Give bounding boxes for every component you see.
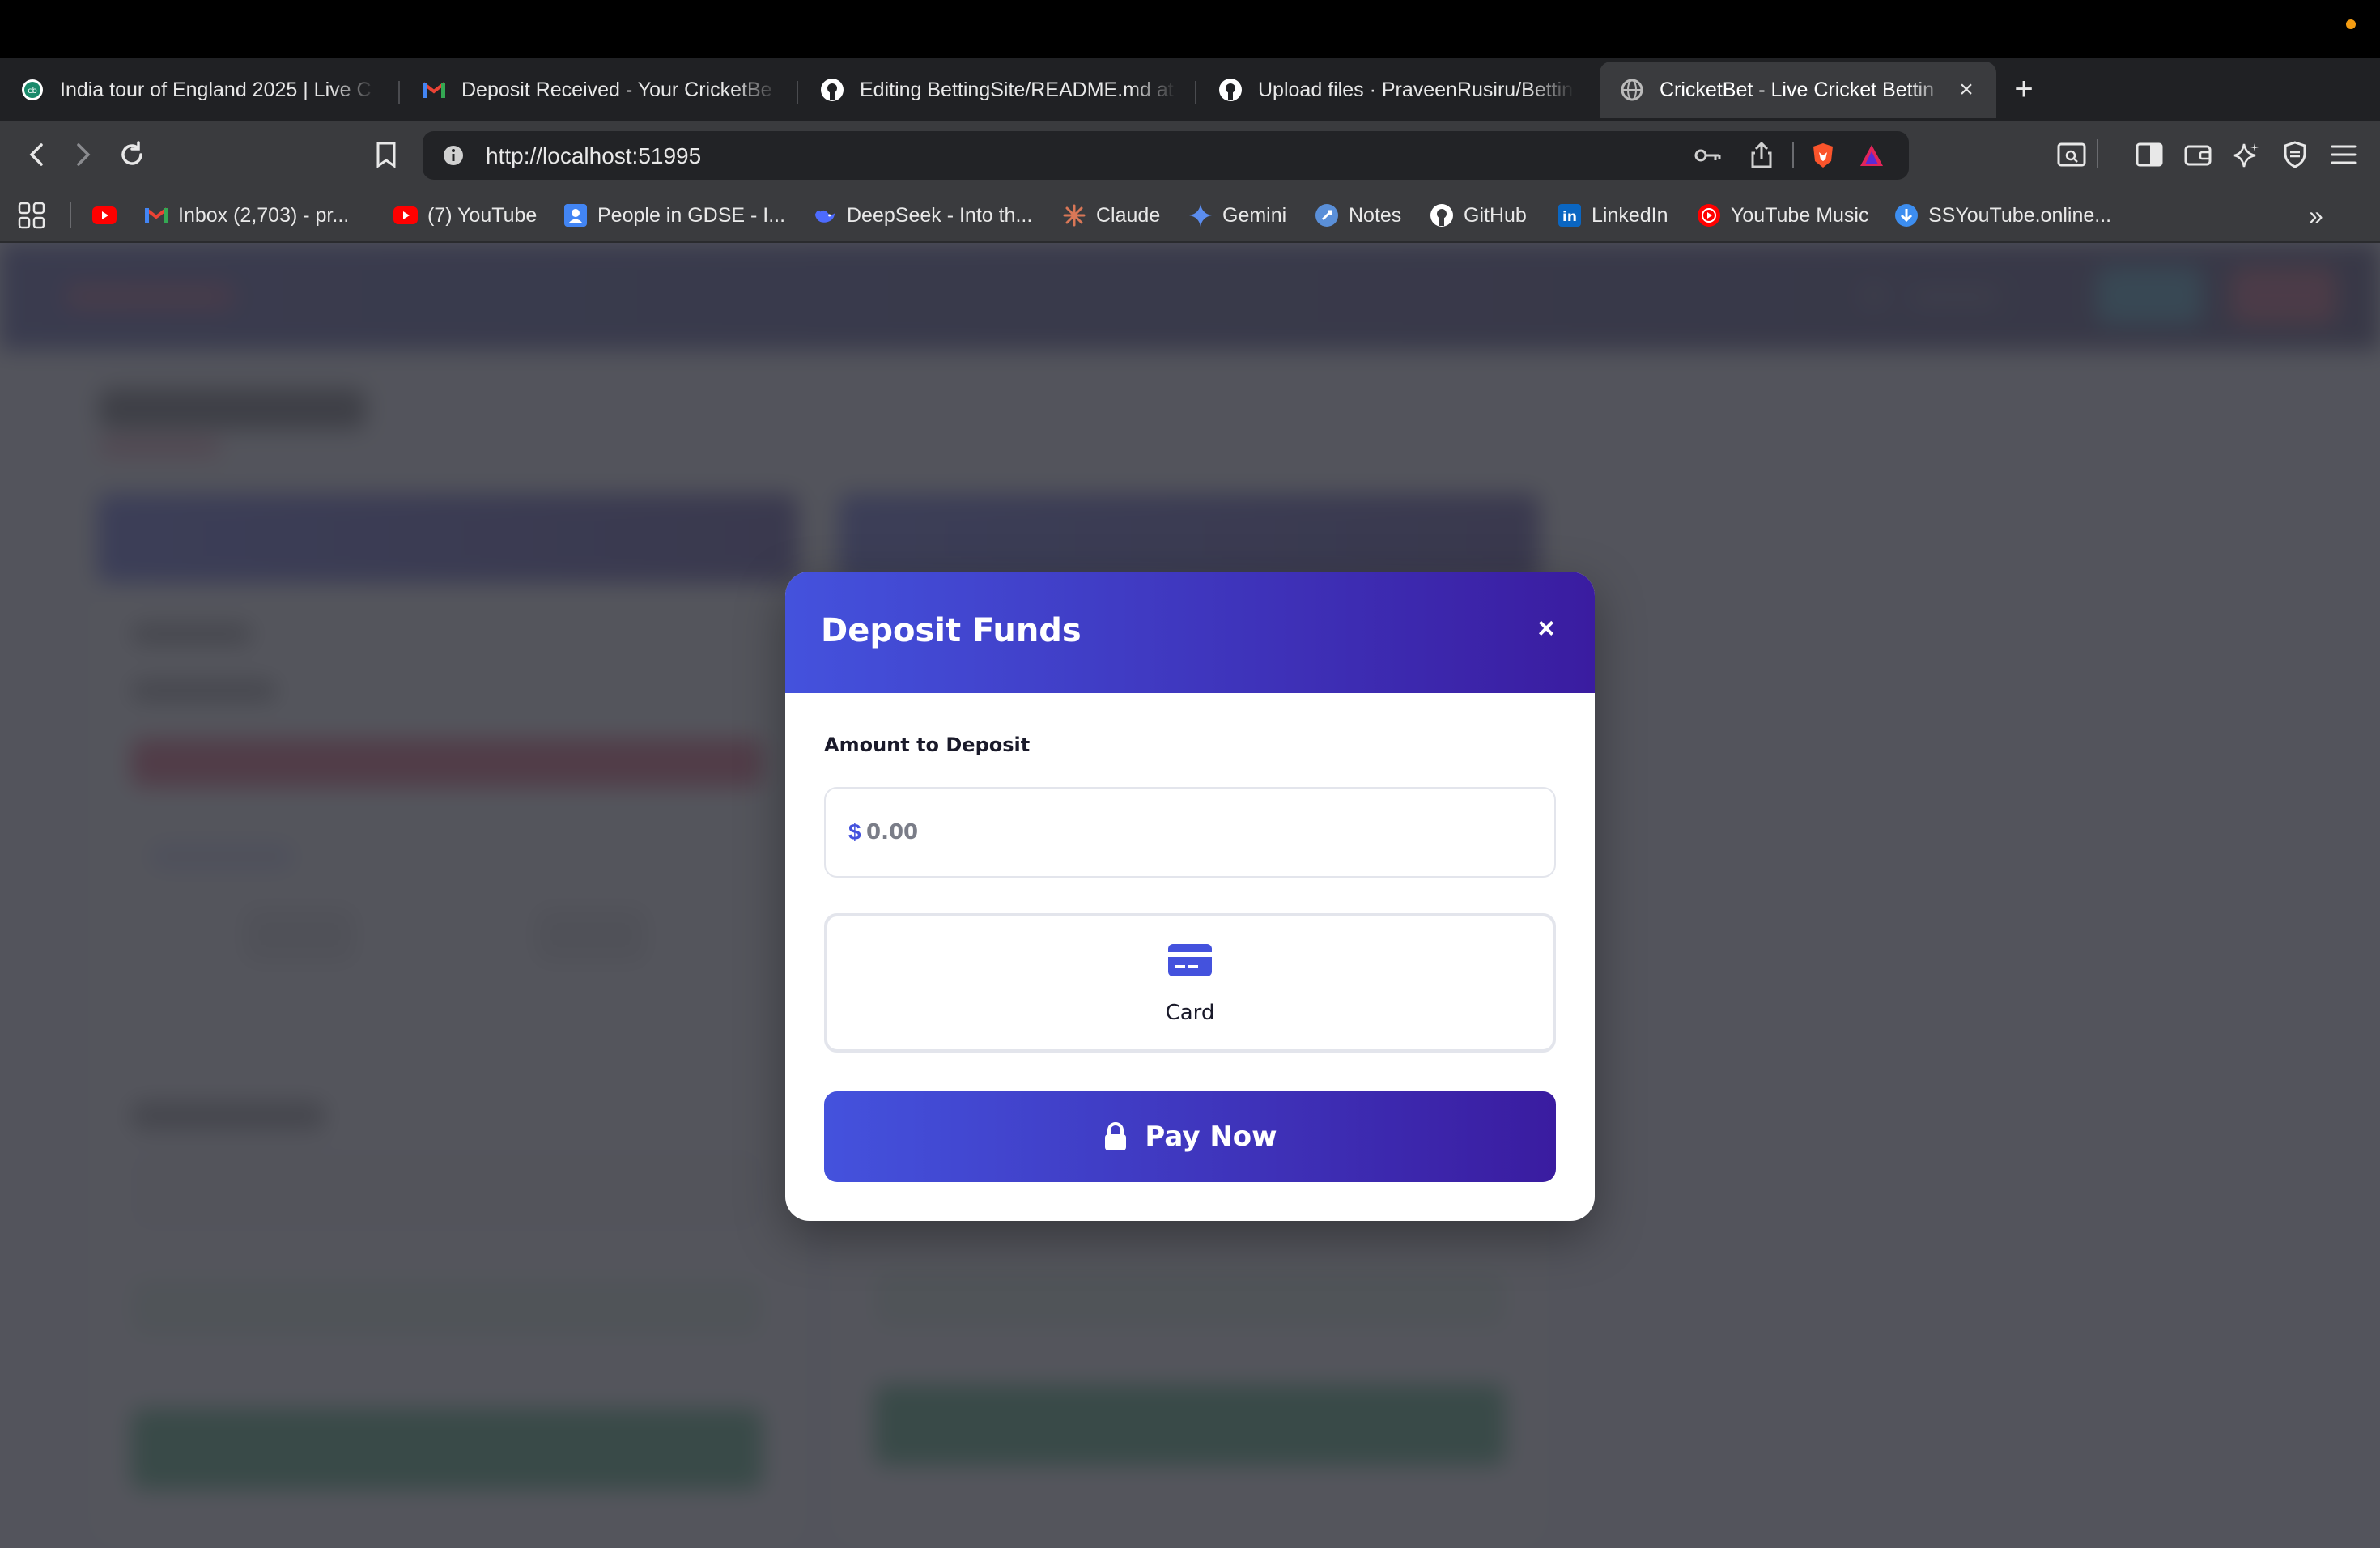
currency-prefix: $: [848, 819, 861, 844]
bookmarks-overflow-icon[interactable]: »: [2309, 201, 2323, 230]
forward-icon[interactable]: [66, 138, 100, 172]
svg-text:cb: cb: [28, 87, 37, 96]
bookmark-label: Gemini: [1222, 203, 1287, 227]
bookmark-label: People in GDSE - I...: [597, 203, 786, 227]
sidebar-icon[interactable]: [2132, 138, 2166, 172]
site-info-icon[interactable]: [439, 141, 468, 170]
payment-method-card[interactable]: Card: [824, 913, 1556, 1053]
claude-icon: [1062, 203, 1086, 228]
github-icon: [819, 77, 845, 103]
brave-rewards-icon[interactable]: [1857, 141, 1886, 170]
youtube-icon: [393, 203, 418, 228]
tab-title: Editing BettingSite/README.md at: [860, 78, 1174, 101]
credit-card-icon: [1168, 944, 1212, 976]
github-icon: [1430, 203, 1454, 228]
wallet-icon[interactable]: [2181, 138, 2215, 172]
modal-title: Deposit Funds: [821, 612, 1082, 649]
tab-title: Upload files · PraveenRusiru/Bettin: [1258, 78, 1574, 101]
reload-icon[interactable]: [115, 138, 149, 172]
tab-title: Deposit Received - Your CricketBe: [461, 78, 772, 101]
bookmark-label: DeepSeek - Into th...: [847, 203, 1033, 227]
menu-icon[interactable]: [2327, 138, 2361, 172]
bookmark-linkedin[interactable]: in LinkedIn: [1558, 201, 1668, 230]
contacts-icon: [563, 203, 588, 228]
bookmark-gmail-inbox[interactable]: Inbox (2,703) - pr...: [144, 201, 349, 230]
linkedin-icon: in: [1558, 203, 1582, 228]
bookmark-label: Notes: [1349, 203, 1402, 227]
pay-now-label: Pay Now: [1145, 1121, 1277, 1153]
lock-icon: [1105, 1122, 1127, 1150]
gmail-icon: [421, 77, 447, 103]
bookmark-youtube[interactable]: (7) YouTube: [393, 201, 537, 230]
browser-toolbar: http://localhost:51995: [0, 121, 2380, 188]
bookmark-deepseek[interactable]: DeepSeek - Into th...: [813, 201, 1032, 230]
bookmark-label: Claude: [1096, 203, 1161, 227]
bookmark-label: LinkedIn: [1592, 203, 1668, 227]
bookmark-label: Inbox (2,703) - pr...: [178, 203, 350, 227]
gemini-icon: [1188, 203, 1213, 228]
payment-method-label: Card: [1165, 1001, 1215, 1025]
modal-header: Deposit Funds ×: [785, 572, 1595, 693]
tab-separator: [398, 81, 400, 104]
apps-grid-icon[interactable]: [18, 201, 45, 230]
bookmark-youtube-music[interactable]: YouTube Music: [1697, 201, 1868, 230]
url-text: http://localhost:51995: [486, 143, 702, 168]
back-icon[interactable]: [19, 138, 53, 172]
bookmark-people-gdse[interactable]: People in GDSE - I...: [563, 201, 785, 230]
tab-gmail[interactable]: Deposit Received - Your CricketBe: [402, 62, 798, 118]
new-tab-button[interactable]: +: [2006, 73, 2042, 108]
tab-github-editing[interactable]: Editing BettingSite/README.md at: [800, 62, 1196, 118]
github-icon: [1218, 77, 1243, 103]
svg-text:in: in: [1562, 209, 1577, 225]
bookmark-label: (7) YouTube: [427, 203, 538, 227]
tab-cricketbet[interactable]: CricketBet - Live Cricket Bettin ×: [1600, 62, 1996, 118]
leo-ai-icon[interactable]: [2229, 138, 2263, 172]
close-tab-icon[interactable]: ×: [1953, 76, 1980, 104]
bookmark-youtube-1[interactable]: [92, 201, 126, 230]
reader-mode-icon[interactable]: [2055, 138, 2089, 172]
cricbuzz-icon: cb: [19, 77, 45, 103]
bookmark-ssyoutube[interactable]: SSYouTube.online...: [1894, 201, 2111, 230]
globe-icon: [1619, 77, 1645, 103]
bookmarks-bar: Inbox (2,703) - pr... (7) YouTube People…: [0, 188, 2380, 243]
bookmark-github[interactable]: GitHub: [1430, 201, 1527, 230]
tab-github-upload[interactable]: Upload files · PraveenRusiru/Bettin: [1198, 62, 1595, 118]
tab-separator: [1195, 81, 1196, 104]
close-icon[interactable]: ×: [1530, 612, 1562, 644]
amount-input[interactable]: [866, 810, 1530, 855]
tab-separator: [797, 81, 798, 104]
youtube-icon: [92, 203, 117, 228]
tab-title: CricketBet - Live Cricket Bettin: [1660, 78, 1934, 101]
bookmark-label: YouTube Music: [1731, 203, 1869, 227]
recording-indicator-icon: [2346, 19, 2356, 29]
notes-icon: [1315, 203, 1339, 228]
vpn-shield-icon[interactable]: [2278, 138, 2312, 172]
divider: [1792, 142, 1794, 168]
share-icon[interactable]: [1747, 141, 1776, 170]
youtube-music-icon: [1697, 203, 1721, 228]
pay-now-button[interactable]: Pay Now: [824, 1091, 1556, 1182]
tab-title: India tour of England 2025 | Live C: [60, 78, 372, 101]
bookmark-label: SSYouTube.online...: [1928, 203, 2112, 227]
system-menubar: [0, 0, 2380, 58]
download-icon: [1894, 203, 1919, 228]
key-icon[interactable]: [1694, 141, 1723, 170]
divider: [2097, 139, 2098, 168]
bookmark-icon[interactable]: [369, 138, 403, 172]
amount-label: Amount to Deposit: [824, 734, 1031, 756]
divider: [70, 202, 71, 228]
bookmark-notes[interactable]: Notes: [1315, 201, 1401, 230]
deposit-modal: Deposit Funds × Amount to Deposit $ Card…: [785, 572, 1595, 1221]
bookmark-gemini[interactable]: Gemini: [1188, 201, 1286, 230]
bookmark-label: GitHub: [1464, 203, 1527, 227]
tab-cricbuzz[interactable]: cb India tour of England 2025 | Live C: [0, 62, 397, 118]
gmail-icon: [144, 203, 168, 228]
brave-shields-icon[interactable]: [1808, 141, 1838, 170]
address-bar[interactable]: http://localhost:51995: [423, 131, 1909, 180]
bookmark-claude[interactable]: Claude: [1062, 201, 1160, 230]
amount-field[interactable]: $: [824, 787, 1556, 878]
deepseek-icon: [813, 203, 837, 228]
